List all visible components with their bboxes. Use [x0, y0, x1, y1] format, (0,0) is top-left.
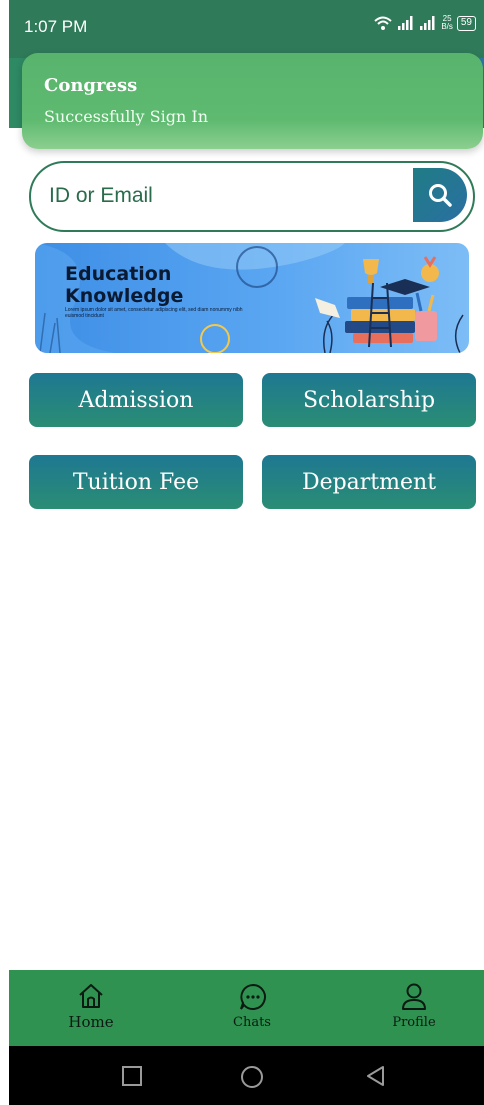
signal-icon [397, 15, 415, 31]
back-icon[interactable] [365, 1065, 387, 1087]
tuition-fee-button[interactable]: Tuition Fee [29, 455, 243, 509]
status-time: 1:07 PM [24, 17, 88, 36]
toast-message: Successfully Sign In [44, 107, 208, 126]
scholarship-button[interactable]: Scholarship [262, 373, 476, 427]
banner-title-line2: Knowledge [65, 285, 184, 307]
profile-icon [402, 983, 426, 1010]
banner-title-line1: Education [65, 263, 172, 285]
battery-icon: 59 [456, 15, 476, 31]
admission-button[interactable]: Admission [29, 373, 243, 427]
system-nav-bar [9, 1046, 484, 1105]
education-banner[interactable]: Education Knowledge Lorem ipsum dolor si… [35, 243, 469, 353]
wifi-icon [373, 15, 393, 31]
bottom-nav: Home Chats Profile [9, 970, 484, 1046]
nav-label-home: Home [68, 1013, 114, 1031]
home-icon [79, 984, 103, 1008]
search-box [29, 161, 475, 232]
speed-unit: B/s [441, 22, 453, 31]
search-input[interactable] [49, 175, 404, 217]
status-icons: 25 B/s 59 [373, 15, 476, 31]
banner-subtext: Lorem ipsum dolor sit amet, consectetur … [65, 307, 243, 319]
nav-label-profile: Profile [392, 1015, 436, 1030]
recent-apps-icon[interactable] [121, 1065, 143, 1087]
battery-level: 59 [460, 16, 472, 28]
signal-icon-2 [419, 15, 437, 31]
network-speed: 25 B/s [441, 15, 453, 31]
chat-icon [240, 983, 266, 1010]
toast-notification[interactable]: Congress Successfully Sign In [22, 53, 483, 149]
search-icon [429, 184, 452, 207]
toast-title: Congress [44, 75, 138, 96]
department-button[interactable]: Department [262, 455, 476, 509]
nav-label-chats: Chats [233, 1015, 271, 1030]
status-bar: 1:07 PM 25 B/s 59 [9, 0, 484, 58]
search-button[interactable] [413, 168, 467, 222]
nav-item-profile[interactable]: Profile [364, 970, 464, 1046]
banner-title: Education Knowledge [65, 263, 183, 307]
home-circle-icon[interactable] [240, 1065, 264, 1089]
nav-item-chats[interactable]: Chats [202, 970, 302, 1046]
nav-item-home[interactable]: Home [41, 970, 141, 1046]
